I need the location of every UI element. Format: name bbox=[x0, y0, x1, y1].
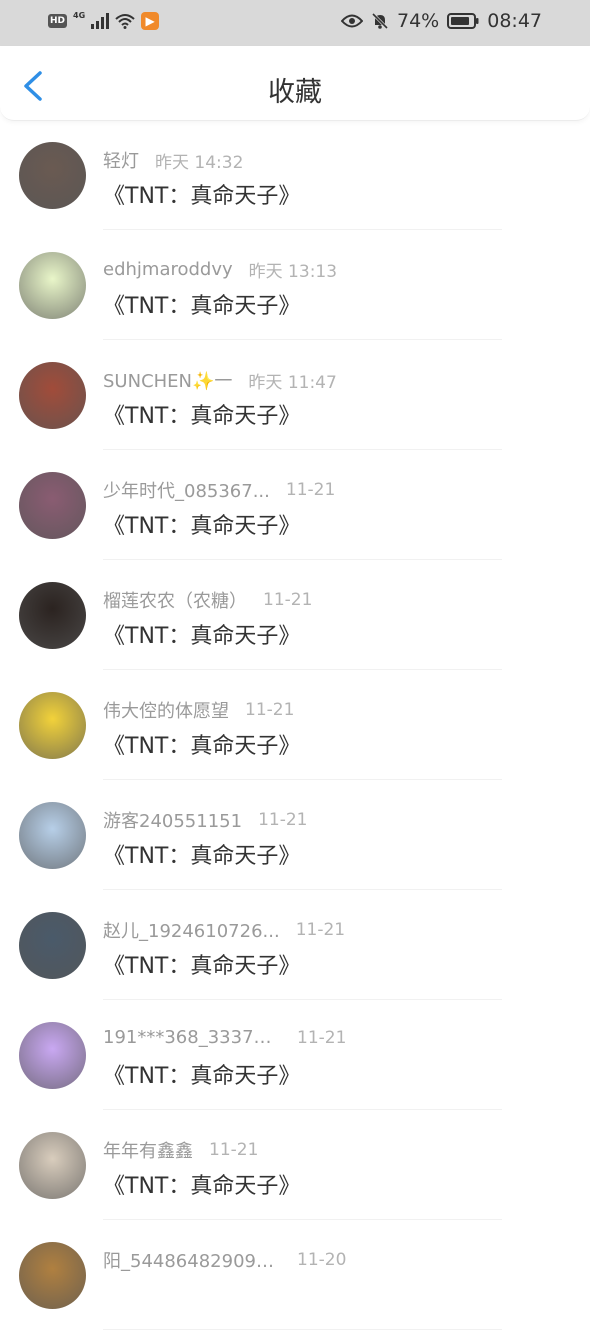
list-item[interactable]: 榴莲农农（农糖） 11-21 《TNT：真命天子》 bbox=[0, 560, 590, 670]
timestamp: 昨天 11:47 bbox=[248, 372, 337, 393]
item-meta: 轻灯 昨天 14:32 bbox=[103, 147, 243, 173]
avatar[interactable] bbox=[19, 252, 86, 319]
favorited-work-title[interactable]: 《TNT：真命天子》 bbox=[103, 398, 300, 430]
avatar[interactable] bbox=[19, 362, 86, 429]
timestamp: 11-20 bbox=[297, 1250, 347, 1270]
favorited-work-title[interactable]: 《TNT：真命天子》 bbox=[103, 178, 300, 210]
username[interactable]: edhjmaroddvy bbox=[103, 259, 233, 280]
mute-bell-icon bbox=[371, 12, 389, 30]
network-label: 4G bbox=[73, 10, 86, 20]
favorites-list: 轻灯 昨天 14:32 《TNT：真命天子》 edhjmaroddvy 昨天 13:13… bbox=[0, 120, 590, 1330]
username[interactable]: 191***368_33376... bbox=[103, 1027, 281, 1048]
username[interactable]: 伟大倥的体愿望 bbox=[103, 697, 229, 723]
item-meta: 191***368_33376... 11-21 bbox=[103, 1027, 346, 1048]
item-meta: edhjmaroddvy 昨天 13:13 bbox=[103, 257, 337, 282]
avatar[interactable] bbox=[19, 472, 86, 539]
status-left: HD 4G ▶ bbox=[48, 10, 160, 30]
item-meta: 榴莲农农（农糖） 11-21 bbox=[103, 587, 312, 613]
username[interactable]: 游客240551151 bbox=[103, 807, 242, 833]
list-item[interactable]: SUNCHEN✨一 昨天 11:47 《TNT：真命天子》 bbox=[0, 340, 590, 450]
item-meta: 阳_544864829095... 11-20 bbox=[103, 1247, 346, 1273]
username[interactable]: SUNCHEN✨一 bbox=[103, 367, 232, 393]
item-meta: 游客240551151 11-21 bbox=[103, 807, 307, 833]
username[interactable]: 赵儿_1924610726... bbox=[103, 917, 280, 943]
hd-icon: HD bbox=[48, 14, 68, 28]
list-item[interactable]: 191***368_33376... 11-21 《TNT：真命天子》 bbox=[0, 1000, 590, 1110]
avatar[interactable] bbox=[19, 802, 86, 869]
item-meta: 赵儿_1924610726... 11-21 bbox=[103, 917, 345, 943]
item-meta: 伟大倥的体愿望 11-21 bbox=[103, 697, 294, 723]
item-meta: 年年有鑫鑫 11-21 bbox=[103, 1137, 258, 1163]
avatar[interactable] bbox=[19, 1022, 86, 1089]
clock: 08:47 bbox=[487, 10, 542, 32]
status-right: 74% 08:47 bbox=[341, 10, 542, 32]
avatar[interactable] bbox=[19, 1242, 86, 1309]
avatar[interactable] bbox=[19, 912, 86, 979]
battery-percent: 74% bbox=[397, 10, 440, 32]
timestamp: 11-21 bbox=[295, 920, 346, 940]
timestamp: 11-21 bbox=[297, 1027, 347, 1048]
list-item[interactable]: 少年时代_085367... 11-21 《TNT：真命天子》 bbox=[0, 450, 590, 560]
favorited-work-title[interactable]: 《TNT：真命天子》 bbox=[103, 618, 300, 650]
favorited-work-title[interactable]: 《TNT：真命天子》 bbox=[103, 838, 300, 870]
favorited-work-title[interactable]: 《TNT：真命天子》 bbox=[103, 1058, 300, 1090]
username[interactable]: 阳_544864829095... bbox=[103, 1247, 281, 1273]
username[interactable]: 年年有鑫鑫 bbox=[103, 1137, 193, 1163]
timestamp: 11-21 bbox=[285, 480, 336, 500]
list-item[interactable]: 年年有鑫鑫 11-21 《TNT：真命天子》 bbox=[0, 1110, 590, 1220]
status-bar: HD 4G ▶ 74% 08:47 bbox=[0, 0, 590, 46]
item-meta: SUNCHEN✨一 昨天 11:47 bbox=[103, 367, 337, 393]
favorited-work-title[interactable]: 《TNT：真命天子》 bbox=[103, 288, 300, 320]
page-title: 收藏 bbox=[268, 77, 322, 108]
avatar[interactable] bbox=[19, 1132, 86, 1199]
wifi-icon bbox=[115, 14, 135, 29]
avatar[interactable] bbox=[19, 692, 86, 759]
timestamp: 11-21 bbox=[245, 700, 295, 720]
signal-icon bbox=[91, 13, 110, 29]
favorited-work-title[interactable]: 《TNT：真命天子》 bbox=[103, 1168, 300, 1200]
timestamp: 11-21 bbox=[258, 810, 308, 830]
timestamp: 昨天 14:32 bbox=[155, 152, 244, 173]
eye-icon bbox=[341, 14, 363, 28]
favorited-work-title[interactable]: 《TNT：真命天子》 bbox=[103, 948, 300, 980]
list-item[interactable]: 轻灯 昨天 14:32 《TNT：真命天子》 bbox=[0, 120, 590, 230]
battery-icon bbox=[447, 13, 479, 29]
username[interactable]: 少年时代_085367... bbox=[103, 477, 270, 503]
list-item[interactable]: 阳_544864829095... 11-20 bbox=[0, 1220, 590, 1330]
item-meta: 少年时代_085367... 11-21 bbox=[103, 477, 335, 503]
timestamp: 11-21 bbox=[209, 1140, 259, 1160]
avatar[interactable] bbox=[19, 582, 86, 649]
timestamp: 昨天 13:13 bbox=[248, 262, 338, 282]
favorited-work-title[interactable]: 《TNT：真命天子》 bbox=[103, 728, 300, 760]
avatar[interactable] bbox=[19, 142, 86, 209]
app-notification-icon: ▶ bbox=[141, 12, 160, 30]
header-bar: 收藏 bbox=[0, 46, 590, 121]
username[interactable]: 轻灯 bbox=[103, 147, 139, 173]
timestamp: 11-21 bbox=[263, 590, 313, 610]
list-item[interactable]: 游客240551151 11-21 《TNT：真命天子》 bbox=[0, 780, 590, 890]
favorited-work-title[interactable]: 《TNT：真命天子》 bbox=[103, 508, 300, 540]
username[interactable]: 榴莲农农（农糖） bbox=[103, 587, 247, 613]
list-item[interactable]: 赵儿_1924610726... 11-21 《TNT：真命天子》 bbox=[0, 890, 590, 1000]
list-item[interactable]: 伟大倥的体愿望 11-21 《TNT：真命天子》 bbox=[0, 670, 590, 780]
list-item[interactable]: edhjmaroddvy 昨天 13:13 《TNT：真命天子》 bbox=[0, 230, 590, 340]
